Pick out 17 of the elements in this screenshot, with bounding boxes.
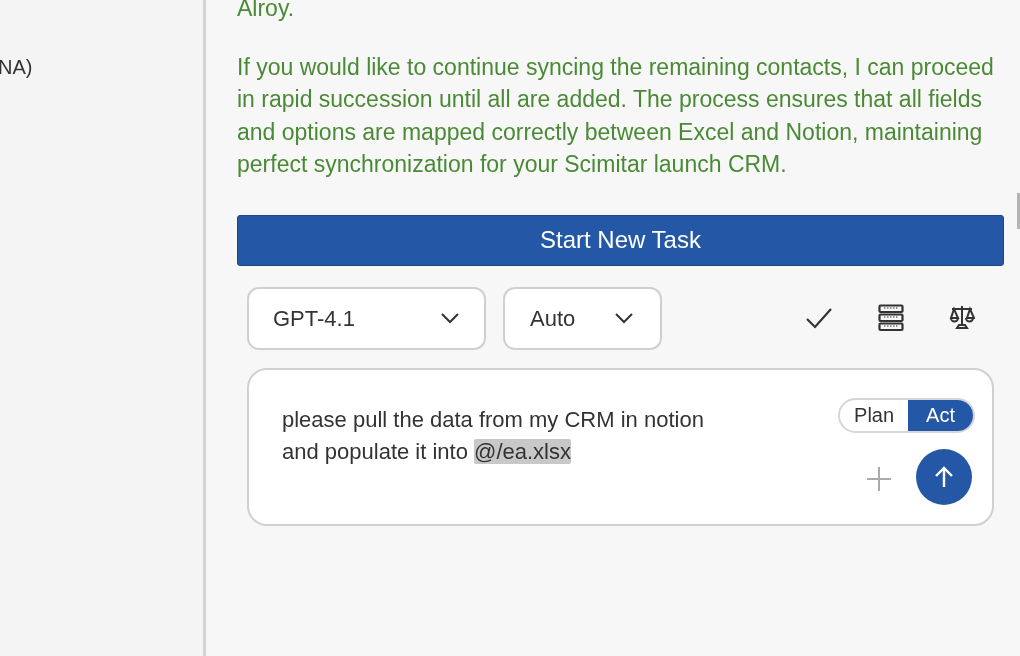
balance-scale-icon[interactable] [949, 304, 975, 332]
mode-select[interactable]: Auto [503, 286, 662, 350]
server-stack-icon[interactable] [878, 304, 904, 332]
chevron-down-icon [440, 312, 460, 324]
message-text: Alroy. [237, 0, 296, 23]
chevron-down-icon [614, 312, 634, 324]
mode-toggle-option[interactable]: Act [908, 399, 973, 431]
prompt-text: please pull the data from my CRM in notion and populate it into @/ea.xlsx [282, 405, 705, 466]
sidebar-text: NA) [0, 56, 33, 78]
mode-toggle-option[interactable]: Plan [840, 399, 909, 431]
message-text: If you would like to continue syncing the remaining contacts, I can proceed in rapid succession until all are added. The process ensures that all fields and options are mapped correctly between Excel and Notion, maintaining perfect synchronization for your Scimitar launch CRM. [237, 52, 994, 179]
start-new-task-button[interactable]: Start New Task [237, 214, 1004, 266]
prompt-input[interactable]: please pull the data from my CRM in notion and populate it into @/ea.xlsx Plan Act [247, 367, 994, 526]
model-select[interactable]: GPT-4.1 [247, 286, 486, 350]
arrow-up-icon [934, 465, 954, 488]
scrollbar-thumb[interactable] [1017, 193, 1020, 229]
plan-act-toggle[interactable]: Plan Act [838, 397, 975, 433]
